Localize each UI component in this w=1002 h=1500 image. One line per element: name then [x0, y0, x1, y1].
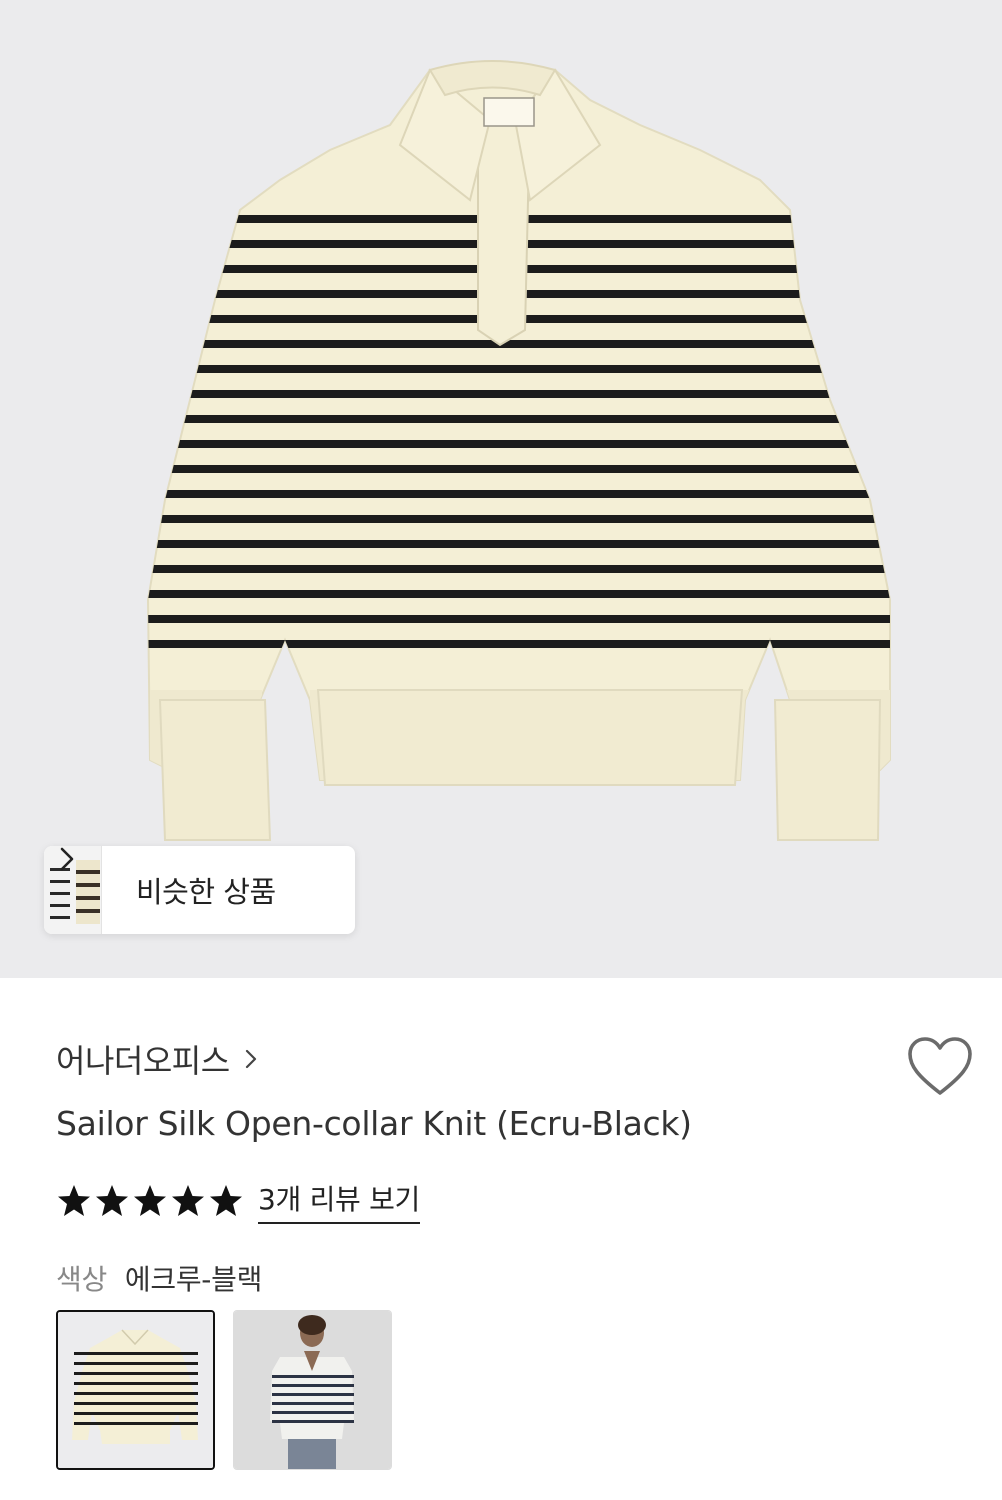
- sweater-illustration: [146, 60, 891, 841]
- product-title: Sailor Silk Open-collar Knit (Ecru-Black…: [56, 1104, 692, 1143]
- model-stripe: [272, 1393, 354, 1396]
- knit-stripe: [148, 490, 890, 498]
- knit-stripe: [148, 640, 890, 648]
- brand-name: 어나더오피스: [56, 1042, 230, 1080]
- swatch-stripe: [74, 1392, 198, 1395]
- chevron-right-icon: [60, 847, 74, 871]
- heart-icon[interactable]: [906, 1036, 974, 1098]
- knit-stripe: [148, 540, 890, 548]
- similar-thumb-2: [72, 846, 102, 934]
- color-label: 색상: [56, 1263, 107, 1296]
- garment-label: [483, 97, 535, 127]
- similar-products-label: 비슷한 상품: [136, 875, 276, 909]
- knit-stripe: [148, 465, 890, 473]
- swatch-thumbnail: [58, 1312, 213, 1468]
- star-icon: [96, 1185, 128, 1216]
- star-icon: [172, 1185, 204, 1216]
- knit-stripe: [148, 515, 890, 523]
- knit-stripe: [148, 365, 890, 373]
- color-row: 색상 에크루-블랙: [56, 1258, 262, 1298]
- color-selected-value: 에크루-블랙: [124, 1263, 263, 1296]
- model-stripe: [272, 1411, 354, 1414]
- color-swatch-list: [56, 1310, 392, 1470]
- star-icon: [134, 1185, 166, 1216]
- knit-stripe: [148, 440, 890, 448]
- color-swatch-product[interactable]: [56, 1310, 215, 1470]
- chevron-right-icon: [245, 1049, 256, 1069]
- model-stripe: [272, 1402, 354, 1405]
- swatch-thumbnail: [234, 1311, 391, 1469]
- similar-products-button[interactable]: 비슷한 상품: [44, 846, 355, 934]
- swatch-stripe: [74, 1362, 198, 1365]
- product-hero-image[interactable]: 비슷한 상품: [0, 0, 1002, 978]
- swatch-stripe: [74, 1422, 198, 1425]
- star-rating: [56, 1183, 244, 1219]
- rating-row: 3개 리뷰 보기: [56, 1178, 420, 1224]
- color-swatch-model[interactable]: [233, 1310, 392, 1470]
- swatch-stripe: [74, 1382, 198, 1385]
- model-stripe: [272, 1384, 354, 1387]
- star-icon: [210, 1185, 242, 1216]
- model-stripe: [272, 1420, 354, 1423]
- swatch-stripe: [74, 1402, 198, 1405]
- brand-link[interactable]: 어나더오피스: [56, 1036, 258, 1082]
- view-reviews-link[interactable]: 3개 리뷰 보기: [258, 1178, 420, 1224]
- model-stripe: [272, 1375, 354, 1378]
- swatch-stripe: [74, 1352, 198, 1355]
- knit-stripe: [148, 390, 890, 398]
- star-icon: [58, 1185, 90, 1216]
- knit-stripe: [148, 340, 890, 348]
- knit-stripe: [148, 415, 890, 423]
- knit-stripe: [148, 590, 890, 598]
- swatch-stripe: [74, 1412, 198, 1415]
- knit-stripe: [148, 565, 890, 573]
- knit-stripe: [148, 615, 890, 623]
- swatch-stripe: [74, 1372, 198, 1375]
